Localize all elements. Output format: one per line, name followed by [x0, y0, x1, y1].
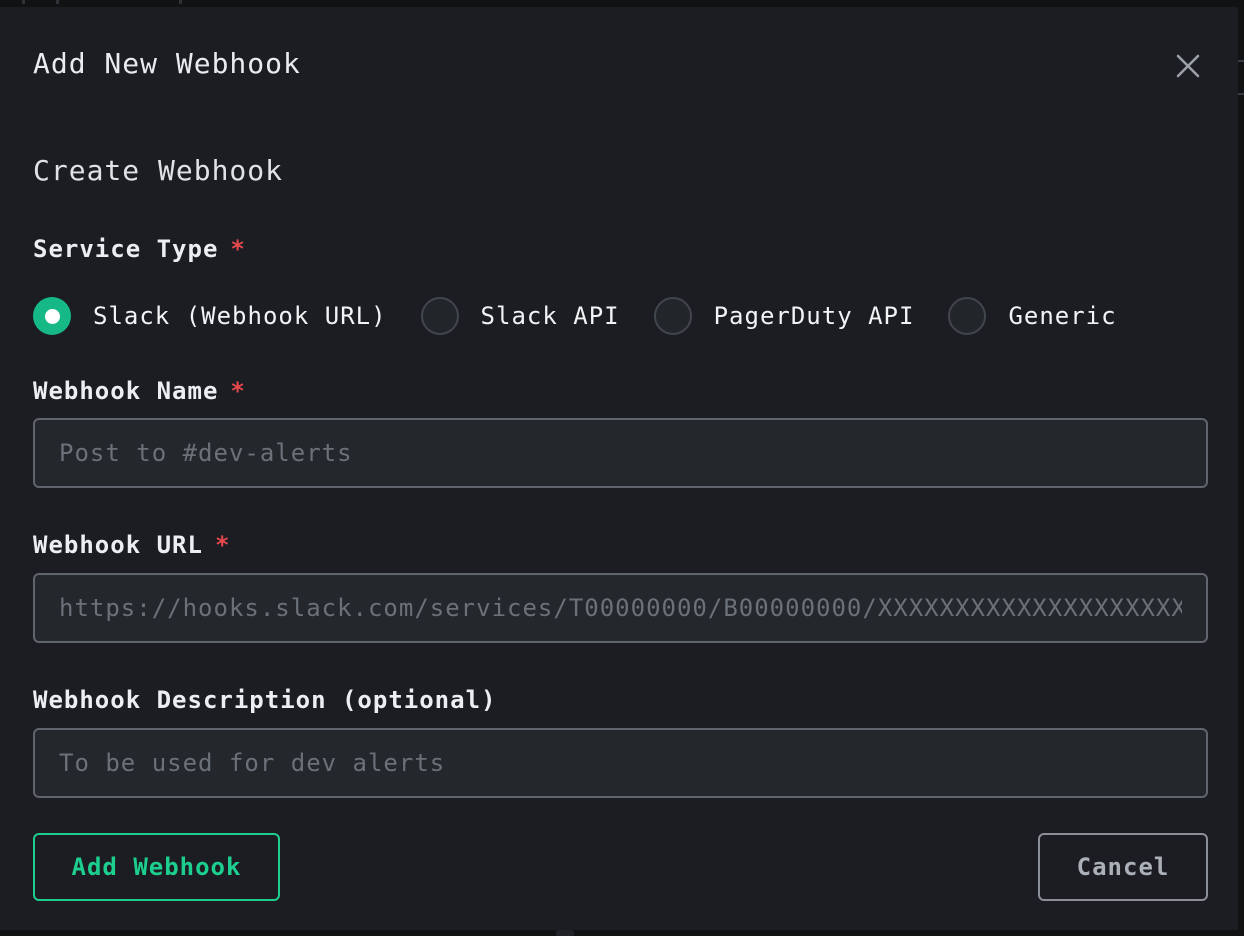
backdrop-notch [556, 930, 574, 936]
webhook-description-label: Webhook Description (optional) [33, 686, 496, 714]
backdrop-tick [179, 0, 182, 4]
radio-unselected-icon[interactable] [948, 297, 986, 335]
radio-unselected-icon[interactable] [421, 297, 459, 335]
radio-option-slack-api[interactable]: Slack API [421, 297, 620, 335]
modal-title: Add New Webhook [33, 47, 301, 80]
backdrop-right-strip [1238, 0, 1244, 936]
page-backdrop: { "modal": { "title": "Add New Webhook",… [0, 0, 1244, 936]
cancel-button[interactable]: Cancel [1038, 833, 1208, 901]
modal-actions: Add Webhook Cancel [33, 833, 1208, 901]
radio-dot [45, 309, 60, 324]
radio-option-pagerduty-api[interactable]: PagerDuty API [654, 297, 915, 335]
webhook-name-label: Webhook Name* [33, 377, 246, 405]
service-type-radio-group: Slack (Webhook URL) Slack API PagerDuty … [33, 296, 1117, 336]
webhook-description-input[interactable] [33, 728, 1208, 798]
radio-selected-icon[interactable] [33, 297, 71, 335]
radio-unselected-icon[interactable] [654, 297, 692, 335]
radio-label: Generic [1008, 302, 1116, 330]
webhook-name-input[interactable] [33, 418, 1208, 488]
close-button[interactable] [1166, 45, 1210, 89]
radio-label: PagerDuty API [714, 302, 915, 330]
add-webhook-button[interactable]: Add Webhook [33, 833, 280, 901]
radio-option-generic[interactable]: Generic [948, 297, 1116, 335]
radio-label: Slack (Webhook URL) [93, 302, 387, 330]
add-webhook-modal: Add New Webhook Create Webhook Service T… [0, 7, 1238, 930]
backdrop-edge-mark [1238, 93, 1244, 95]
radio-label: Slack API [481, 302, 620, 330]
backdrop-tick [56, 0, 59, 4]
required-asterisk: * [230, 235, 245, 263]
radio-option-slack-webhook-url[interactable]: Slack (Webhook URL) [33, 297, 387, 335]
backdrop-tick [22, 0, 25, 4]
required-asterisk: * [215, 531, 230, 559]
required-asterisk: * [230, 377, 245, 405]
service-type-label: Service Type* [33, 235, 246, 263]
webhook-url-label: Webhook URL* [33, 531, 230, 559]
close-icon [1175, 53, 1201, 82]
webhook-url-input[interactable] [33, 573, 1208, 643]
backdrop-edge-mark [1238, 60, 1244, 62]
modal-heading: Create Webhook [33, 154, 283, 187]
